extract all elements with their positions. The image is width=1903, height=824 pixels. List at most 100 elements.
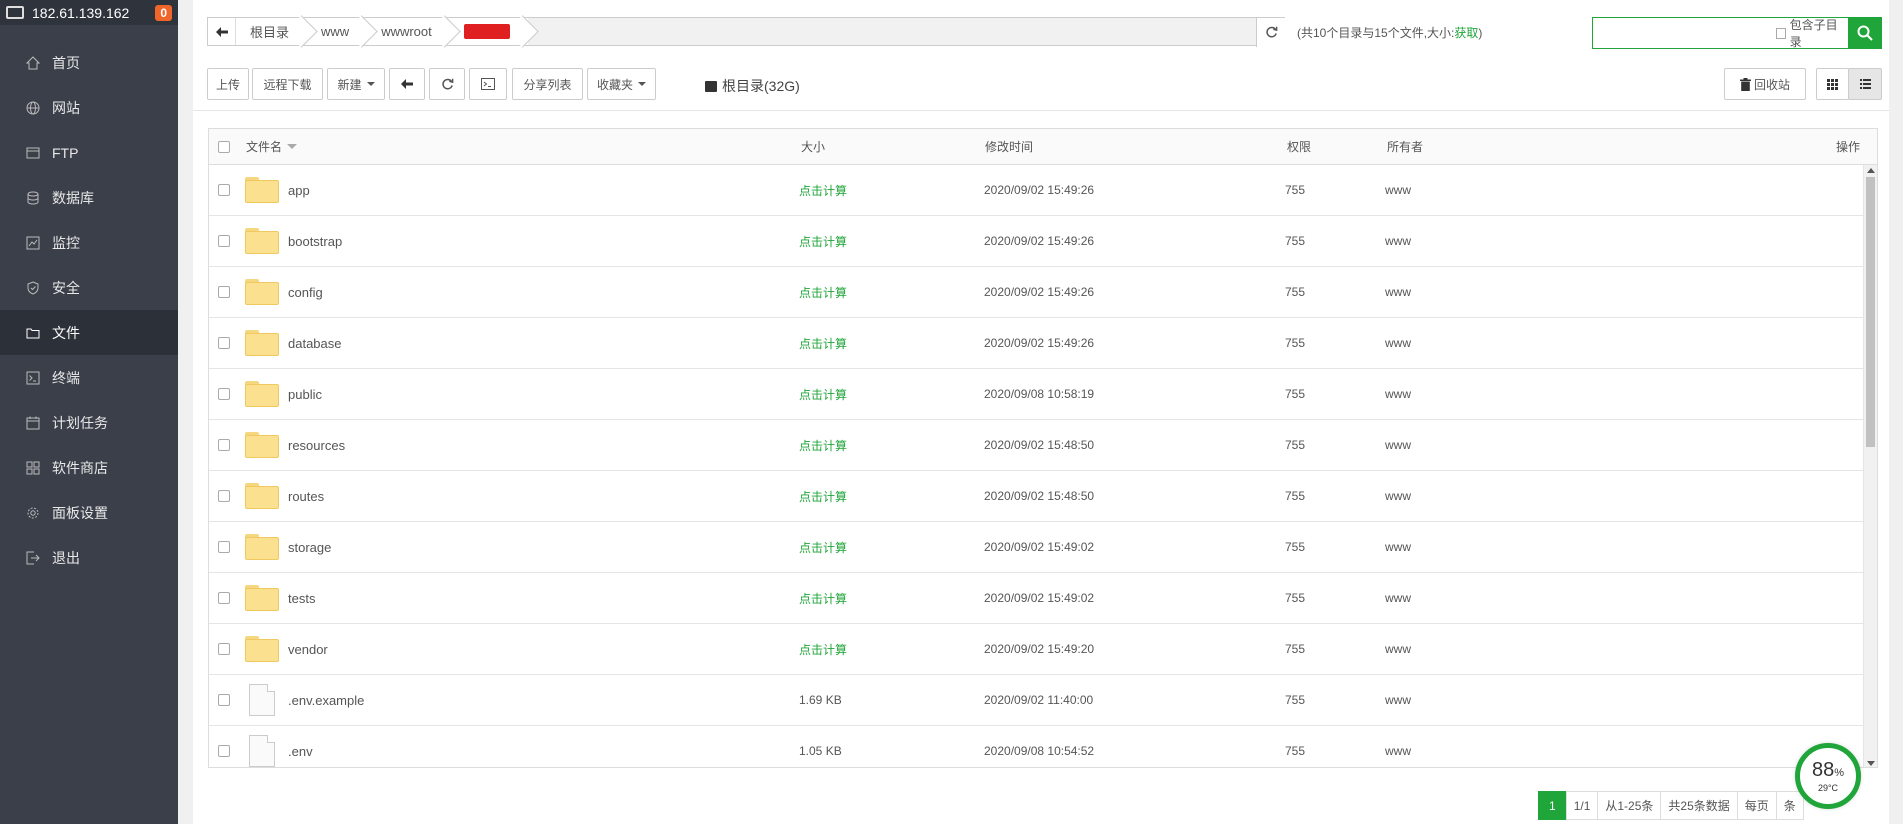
new-button[interactable]: 新建 — [327, 68, 385, 100]
file-name[interactable]: config — [288, 267, 323, 317]
file-size[interactable]: 点击计算 — [799, 318, 847, 368]
file-name[interactable]: public — [288, 369, 322, 419]
upload-button[interactable]: 上传 — [207, 68, 249, 100]
breadcrumb-item[interactable]: 根目录 — [236, 18, 308, 45]
search-button[interactable] — [1848, 18, 1881, 48]
file-perm[interactable]: 755 — [1285, 165, 1305, 215]
row-checkbox[interactable] — [218, 439, 230, 451]
file-size[interactable]: 点击计算 — [799, 471, 847, 521]
scroll-up-icon[interactable] — [1867, 168, 1875, 173]
sidebar-item-8[interactable]: 计划任务 — [0, 400, 178, 445]
file-perm[interactable]: 755 — [1285, 624, 1305, 674]
row-checkbox[interactable] — [218, 490, 230, 502]
table-row[interactable]: database 点击计算 2020/09/02 15:49:26 755 www — [209, 318, 1877, 369]
file-name[interactable]: vendor — [288, 624, 328, 674]
page-current[interactable]: 1 — [1538, 791, 1567, 820]
col-header-perm[interactable]: 权限 — [1287, 129, 1311, 164]
sidebar-item-7[interactable]: 终端 — [0, 355, 178, 400]
refresh-icon[interactable] — [429, 68, 465, 100]
file-owner[interactable]: www — [1385, 522, 1411, 572]
breadcrumb-item[interactable]: wwwroot — [367, 18, 450, 45]
grid-view-icon[interactable] — [1816, 68, 1849, 100]
get-size-link[interactable]: 获取 — [1454, 26, 1478, 40]
file-name[interactable]: .env.example — [288, 675, 364, 725]
table-row[interactable]: tests 点击计算 2020/09/02 15:49:02 755 www — [209, 573, 1877, 624]
sidebar-item-9[interactable]: 软件商店 — [0, 445, 178, 490]
disk-selector[interactable]: 根目录(32G) — [705, 76, 800, 96]
file-perm[interactable]: 755 — [1285, 420, 1305, 470]
search-input[interactable] — [1593, 18, 1776, 48]
row-checkbox[interactable] — [218, 286, 230, 298]
table-row[interactable]: app 点击计算 2020/09/02 15:49:26 755 www — [209, 165, 1877, 216]
list-view-icon[interactable] — [1848, 68, 1882, 100]
file-perm[interactable]: 755 — [1285, 522, 1305, 572]
breadcrumb-item[interactable]: laravel — [449, 18, 529, 45]
file-size[interactable]: 点击计算 — [799, 624, 847, 674]
file-perm[interactable]: 755 — [1285, 726, 1305, 767]
file-perm[interactable]: 755 — [1285, 675, 1305, 725]
scroll-thumb[interactable] — [1866, 177, 1875, 447]
file-name[interactable]: routes — [288, 471, 324, 521]
recycle-bin-button[interactable]: 回收站 — [1724, 68, 1806, 100]
file-perm[interactable]: 755 — [1285, 573, 1305, 623]
file-owner[interactable]: www — [1385, 420, 1411, 470]
file-size[interactable]: 点击计算 — [799, 573, 847, 623]
sidebar-item-10[interactable]: 面板设置 — [0, 490, 178, 535]
refresh-icon[interactable] — [1256, 18, 1286, 47]
file-name[interactable]: tests — [288, 573, 315, 623]
notification-badge[interactable]: 0 — [155, 4, 172, 21]
sidebar-item-3[interactable]: 数据库 — [0, 175, 178, 220]
file-size[interactable]: 点击计算 — [799, 216, 847, 266]
file-owner[interactable]: www — [1385, 726, 1411, 767]
file-size[interactable]: 点击计算 — [799, 420, 847, 470]
file-perm[interactable]: 755 — [1285, 267, 1305, 317]
back-arrow-icon[interactable] — [389, 68, 425, 100]
sidebar-item-11[interactable]: 退出 — [0, 535, 178, 580]
file-owner[interactable]: www — [1385, 471, 1411, 521]
table-row[interactable]: .env.example 1.69 KB 2020/09/02 11:40:00 75… — [209, 675, 1877, 726]
table-row[interactable]: public 点击计算 2020/09/08 10:58:19 755 www — [209, 369, 1877, 420]
file-perm[interactable]: 755 — [1285, 318, 1305, 368]
file-size[interactable]: 点击计算 — [799, 369, 847, 419]
file-owner[interactable]: www — [1385, 573, 1411, 623]
table-row[interactable]: config 点击计算 2020/09/02 15:49:26 755 www — [209, 267, 1877, 318]
select-all-checkbox[interactable] — [218, 140, 230, 153]
row-checkbox[interactable] — [218, 745, 230, 757]
file-size[interactable]: 点击计算 — [799, 267, 847, 317]
sidebar-item-5[interactable]: 安全 — [0, 265, 178, 310]
file-name[interactable]: database — [288, 318, 342, 368]
col-header-size[interactable]: 大小 — [801, 129, 825, 164]
favorites-button[interactable]: 收藏夹 — [587, 68, 656, 100]
sidebar-item-6[interactable]: 文件 — [0, 310, 178, 355]
file-name[interactable]: app — [288, 165, 310, 215]
table-row[interactable]: routes 点击计算 2020/09/02 15:48:50 755 www — [209, 471, 1877, 522]
table-row[interactable]: storage 点击计算 2020/09/02 15:49:02 755 www — [209, 522, 1877, 573]
sidebar-item-1[interactable]: 网站 — [0, 85, 178, 130]
row-checkbox[interactable] — [218, 388, 230, 400]
remote-download-button[interactable]: 远程下载 — [252, 68, 323, 100]
sidebar-item-2[interactable]: FTP — [0, 130, 178, 175]
row-checkbox[interactable] — [218, 235, 230, 247]
file-owner[interactable]: www — [1385, 369, 1411, 419]
sidebar-item-4[interactable]: 监控 — [0, 220, 178, 265]
file-name[interactable]: storage — [288, 522, 331, 572]
back-arrow-icon[interactable] — [208, 18, 236, 45]
row-checkbox[interactable] — [218, 184, 230, 196]
file-owner[interactable]: www — [1385, 675, 1411, 725]
col-header-mtime[interactable]: 修改时间 — [985, 129, 1033, 164]
file-owner[interactable]: www — [1385, 624, 1411, 674]
table-row[interactable]: vendor 点击计算 2020/09/02 15:49:20 755 www — [209, 624, 1877, 675]
file-name[interactable]: bootstrap — [288, 216, 342, 266]
file-size[interactable]: 点击计算 — [799, 522, 847, 572]
file-perm[interactable]: 755 — [1285, 216, 1305, 266]
row-checkbox[interactable] — [218, 337, 230, 349]
share-list-button[interactable]: 分享列表 — [512, 68, 583, 100]
load-gauge[interactable]: 88% 29°C — [1795, 743, 1861, 809]
file-name[interactable]: resources — [288, 420, 345, 470]
table-row[interactable]: .env 1.05 KB 2020/09/08 10:54:52 755 www — [209, 726, 1877, 767]
row-checkbox[interactable] — [218, 643, 230, 655]
col-header-owner[interactable]: 所有者 — [1387, 129, 1423, 164]
row-checkbox[interactable] — [218, 694, 230, 706]
file-owner[interactable]: www — [1385, 318, 1411, 368]
table-row[interactable]: resources 点击计算 2020/09/02 15:48:50 755 www — [209, 420, 1877, 471]
